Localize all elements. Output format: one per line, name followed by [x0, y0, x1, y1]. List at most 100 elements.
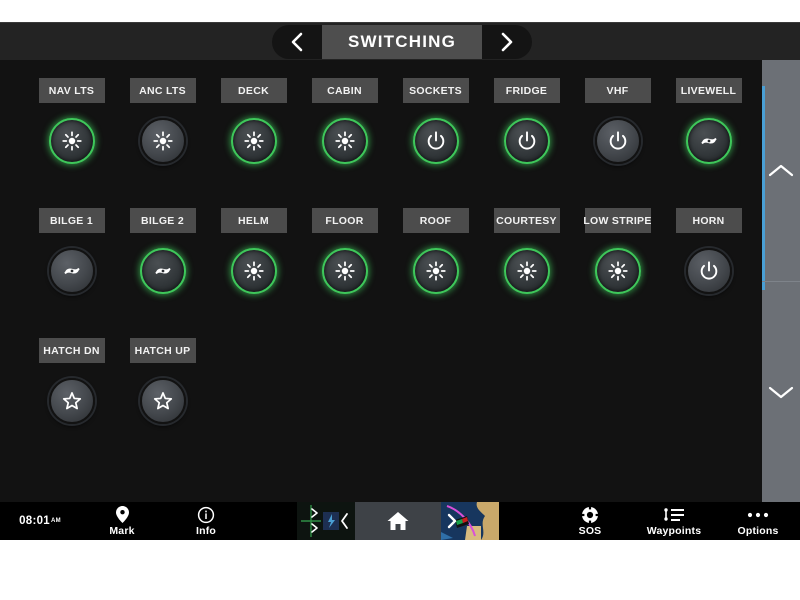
power-icon: [700, 261, 717, 280]
scroll-up-button[interactable]: [762, 60, 800, 281]
switch-label[interactable]: LOW STRIPE: [583, 208, 651, 233]
switch-cell: BILGE 1: [26, 208, 117, 338]
taskbar-spacer-right: [499, 502, 548, 540]
switch-cell: BILGE 2: [117, 208, 208, 338]
taskbar-label-options: Options: [737, 524, 779, 537]
switch-toggle[interactable]: [48, 248, 95, 294]
taskbar-item-info[interactable]: Info: [164, 502, 248, 540]
switch-toggle[interactable]: [230, 118, 277, 164]
chevron-up-icon: [768, 164, 794, 176]
chart-thumbnail[interactable]: [441, 502, 499, 540]
chart-preview-icon: [441, 502, 499, 540]
switch-toggle[interactable]: [48, 118, 95, 164]
taskbar-label-waypoints: Waypoints: [646, 524, 702, 537]
brightness-icon: [243, 261, 264, 281]
switch-label[interactable]: SOCKETS: [402, 78, 469, 103]
switch-label[interactable]: ROOF: [402, 208, 469, 233]
brightness-icon: [152, 131, 173, 151]
brightness-icon: [334, 261, 355, 281]
chevron-down-icon: [768, 386, 794, 399]
switch-toggle[interactable]: [594, 248, 641, 294]
switch-label[interactable]: BILGE 2: [129, 208, 196, 233]
switch-toggle[interactable]: [685, 248, 732, 294]
power-icon: [427, 131, 444, 150]
scroll-down-button[interactable]: [762, 281, 800, 502]
switch-row: BILGE 1 BILGE 2 HELM FLOOR ROOF COURTESY LOW S…: [0, 208, 762, 338]
brightness-icon: [516, 261, 537, 281]
power-icon: [518, 131, 535, 150]
taskbar-label-sos: SOS: [578, 524, 602, 537]
switch-cell: COURTESY: [481, 208, 572, 338]
power-icon: [609, 131, 626, 150]
switch-toggle[interactable]: [139, 378, 186, 424]
switch-cell: ROOF: [390, 208, 481, 338]
switch-toggle[interactable]: [412, 248, 459, 294]
switch-toggle[interactable]: [685, 118, 732, 164]
switch-toggle[interactable]: [139, 118, 186, 164]
taskbar-item-sos[interactable]: SOS: [548, 502, 632, 540]
star-icon: [62, 392, 81, 410]
switch-toggle[interactable]: [412, 118, 459, 164]
switch-label[interactable]: BILGE 1: [38, 208, 105, 233]
home-button[interactable]: [355, 502, 441, 540]
switch-label[interactable]: COURTESY: [493, 208, 560, 233]
switch-toggle[interactable]: [503, 118, 550, 164]
switch-label[interactable]: HATCH UP: [129, 338, 196, 363]
taskbar-spacer-left: [248, 502, 297, 540]
switch-cell: VHF: [572, 78, 663, 208]
switch-toggle[interactable]: [48, 378, 95, 424]
switch-cell: DECK: [208, 78, 299, 208]
taskbar-item-mark[interactable]: Mark: [80, 502, 164, 540]
brightness-icon: [607, 261, 628, 281]
switch-label[interactable]: ANC LTS: [129, 78, 196, 103]
switch-label[interactable]: NAV LTS: [38, 78, 105, 103]
chevron-right-icon: [501, 32, 513, 52]
switch-toggle[interactable]: [230, 248, 277, 294]
switch-label[interactable]: CABIN: [311, 78, 378, 103]
switch-cell: ANC LTS: [117, 78, 208, 208]
brightness-icon: [425, 261, 446, 281]
page-title: SWITCHING: [322, 25, 482, 59]
device-screen: SWITCHING NAV LTS ANC LTS DECK CABIN SOCKETS…: [0, 22, 800, 540]
taskbar: 08:01 AM Mark Info SOS Waypoints Options: [0, 502, 800, 540]
taskbar-item-waypoints[interactable]: Waypoints: [632, 502, 716, 540]
info-circle-icon: [197, 506, 215, 523]
switch-label[interactable]: DECK: [220, 78, 287, 103]
switch-cell: FLOOR: [299, 208, 390, 338]
switch-cell: LOW STRIPE: [572, 208, 663, 338]
switch-toggle[interactable]: [503, 248, 550, 294]
switch-label[interactable]: FLOOR: [311, 208, 378, 233]
route-thumbnail[interactable]: [297, 502, 355, 540]
switch-cell: NAV LTS: [26, 78, 117, 208]
next-page-button[interactable]: [482, 25, 532, 59]
panel-scrollbar[interactable]: [762, 60, 800, 502]
switch-label[interactable]: HORN: [675, 208, 742, 233]
switch-cell: CABIN: [299, 78, 390, 208]
switch-label[interactable]: HATCH DN: [38, 338, 105, 363]
chevron-left-icon: [291, 32, 303, 52]
waypoint-list-icon: [664, 507, 684, 521]
star-icon: [153, 392, 172, 410]
switch-label[interactable]: VHF: [584, 78, 651, 103]
taskbar-label-info: Info: [195, 524, 217, 537]
switch-label[interactable]: FRIDGE: [493, 78, 560, 103]
clock: 08:01 AM: [0, 502, 80, 540]
switch-label[interactable]: HELM: [220, 208, 287, 233]
brightness-icon: [334, 131, 355, 151]
switch-toggle[interactable]: [321, 248, 368, 294]
switch-cell: FRIDGE: [481, 78, 572, 208]
pump-icon: [63, 267, 80, 275]
page-navigator: SWITCHING: [272, 25, 532, 59]
lifebuoy-icon: [581, 505, 599, 524]
switch-toggle[interactable]: [139, 248, 186, 294]
taskbar-item-options[interactable]: Options: [716, 502, 800, 540]
pump-icon: [700, 137, 717, 145]
switch-toggle[interactable]: [594, 118, 641, 164]
switch-label[interactable]: LIVEWELL: [675, 78, 742, 103]
previous-page-button[interactable]: [272, 25, 322, 59]
switch-toggle[interactable]: [321, 118, 368, 164]
header-bar: SWITCHING: [0, 22, 800, 60]
clock-suffix: AM: [50, 518, 61, 524]
switch-cell: HATCH DN: [26, 338, 117, 468]
ellipsis-icon: [747, 512, 769, 517]
